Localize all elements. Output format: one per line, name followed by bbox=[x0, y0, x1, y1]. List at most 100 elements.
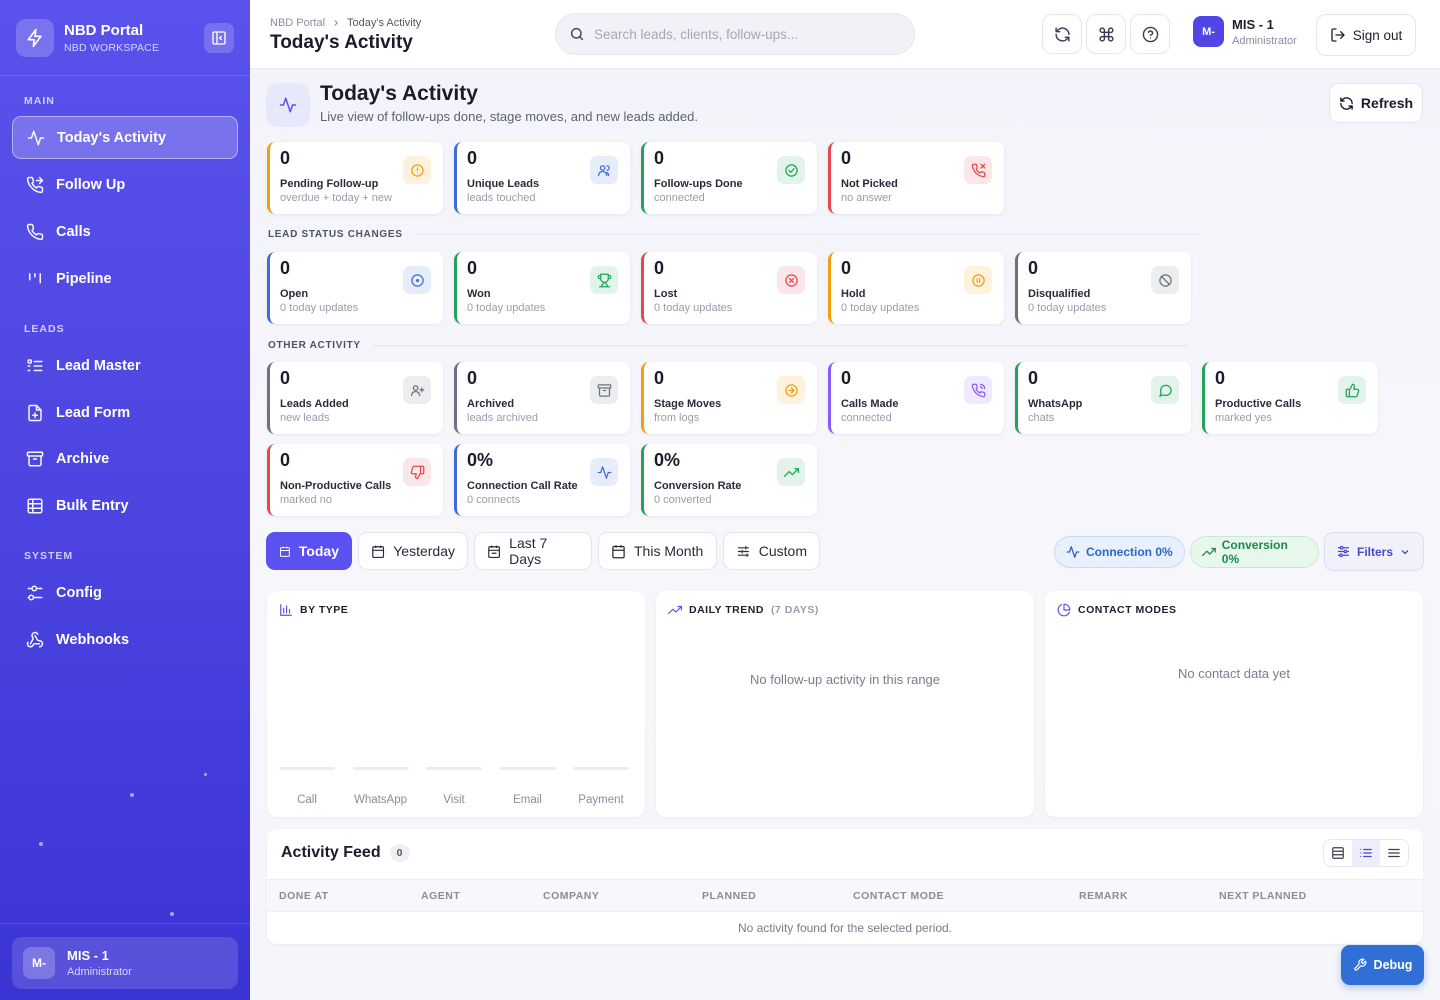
sync-button[interactable] bbox=[1042, 14, 1082, 54]
search-input[interactable] bbox=[594, 26, 894, 42]
refresh-label: Refresh bbox=[1360, 95, 1414, 111]
sidebar-item-lead-form[interactable]: Lead Form bbox=[12, 391, 238, 434]
decorative-dot bbox=[170, 912, 174, 916]
breadcrumb-item[interactable]: NBD Portal bbox=[270, 17, 325, 29]
stat-card[interactable]: 0 Not Picked no answer bbox=[828, 142, 1004, 214]
range-today-button[interactable]: Today bbox=[266, 532, 352, 570]
sidebar-item-archive[interactable]: Archive bbox=[12, 437, 238, 480]
sidebar-user-card[interactable]: M- MIS - 1 Administrator bbox=[12, 937, 238, 989]
group-label-text: OTHER ACTIVITY bbox=[268, 340, 361, 351]
column-header[interactable]: DONE AT bbox=[279, 890, 329, 902]
stat-sublabel: no answer bbox=[841, 192, 892, 204]
stat-card[interactable]: 0 Productive Calls marked yes bbox=[1202, 362, 1378, 434]
debug-button[interactable]: Debug bbox=[1341, 945, 1424, 985]
command-palette-button[interactable] bbox=[1086, 14, 1126, 54]
chart-x-label: Visit bbox=[443, 794, 465, 806]
sidebar-item-label: Bulk Entry bbox=[56, 497, 129, 514]
bar-chart-icon bbox=[280, 604, 292, 616]
command-icon bbox=[1098, 26, 1114, 42]
search-box[interactable] bbox=[555, 13, 915, 55]
stat-sublabel: 0 today updates bbox=[1028, 302, 1107, 314]
stat-card[interactable]: 0 Leads Added new leads bbox=[267, 362, 443, 434]
stat-value: 0 bbox=[280, 368, 291, 388]
range-custom-button[interactable]: Custom bbox=[723, 532, 820, 570]
chart-bar bbox=[499, 767, 556, 770]
column-header[interactable]: REMARK bbox=[1079, 890, 1128, 902]
sidebar-item-label: Today's Activity bbox=[57, 129, 167, 146]
stat-label: Stage Moves bbox=[654, 398, 722, 410]
stat-card[interactable]: 0 Stage Moves from logs bbox=[641, 362, 817, 434]
sidebar-item-label: Pipeline bbox=[56, 270, 112, 287]
range-last-7-days-button[interactable]: Last 7 Days bbox=[474, 532, 592, 570]
topbar-user[interactable]: M- MIS - 1 Administrator bbox=[1193, 16, 1297, 47]
stat-card[interactable]: 0% Connection Call Rate 0 connects bbox=[454, 444, 630, 516]
file-plus-icon bbox=[28, 404, 42, 421]
sidebar-item-pipeline[interactable]: Pipeline bbox=[12, 257, 238, 300]
webhook-icon bbox=[26, 631, 44, 647]
stat-card[interactable]: 0 Non-Productive Calls marked no bbox=[267, 444, 443, 516]
panel-title: CONTACT MODES bbox=[1078, 604, 1177, 616]
decorative-dot bbox=[39, 842, 43, 846]
section-label-system: SYSTEM bbox=[24, 550, 74, 562]
stat-card[interactable]: 0 Lost 0 today updates bbox=[641, 252, 817, 324]
stat-card[interactable]: 0 WhatsApp chats bbox=[1015, 362, 1191, 434]
stat-card[interactable]: 0 Won 0 today updates bbox=[454, 252, 630, 324]
sidebar-item-follow-up[interactable]: Follow Up bbox=[12, 163, 238, 206]
collapse-sidebar-button[interactable] bbox=[204, 22, 234, 53]
column-header[interactable]: CONTACT MODE bbox=[853, 890, 944, 902]
view-compact-button[interactable] bbox=[1380, 840, 1408, 866]
stat-sublabel: marked yes bbox=[1215, 412, 1272, 424]
range-this-month-button[interactable]: This Month bbox=[598, 532, 717, 570]
stat-card[interactable]: 0 Unique Leads leads touched bbox=[454, 142, 630, 214]
stat-card[interactable]: 0 Hold 0 today updates bbox=[828, 252, 1004, 324]
phone-missed-icon bbox=[964, 156, 992, 184]
topbar-user-name: MIS - 1 bbox=[1232, 16, 1274, 32]
view-list-button[interactable] bbox=[1352, 840, 1380, 866]
column-header[interactable]: PLANNED bbox=[702, 890, 756, 902]
range-yesterday-button[interactable]: Yesterday bbox=[358, 532, 468, 570]
pipeline-icon bbox=[29, 272, 41, 283]
stat-label: Leads Added bbox=[280, 398, 349, 410]
chevron-down-icon bbox=[1401, 549, 1409, 554]
panel-title: DAILY TREND bbox=[689, 604, 764, 616]
sign-out-button[interactable]: Sign out bbox=[1316, 14, 1416, 56]
column-header[interactable]: COMPANY bbox=[543, 890, 599, 902]
sidebar-item-todays-activity[interactable]: Today's Activity bbox=[12, 116, 238, 159]
phone-forward-icon bbox=[26, 176, 44, 193]
sidebar-item-config[interactable]: Config bbox=[12, 571, 238, 614]
range-label: Today bbox=[298, 543, 339, 559]
column-header[interactable]: AGENT bbox=[421, 890, 460, 902]
range-label: This Month bbox=[634, 543, 704, 559]
sidebar-item-label: Webhooks bbox=[56, 631, 130, 648]
conversion-rate-pill: Conversion 0% bbox=[1190, 536, 1319, 568]
sidebar-item-label: Follow Up bbox=[56, 176, 126, 193]
view-table-button[interactable] bbox=[1324, 840, 1352, 866]
stat-card[interactable]: 0 Open 0 today updates bbox=[267, 252, 443, 324]
page-subtitle: Live view of follow-ups done, stage move… bbox=[320, 109, 698, 124]
filters-button[interactable]: Filters bbox=[1324, 532, 1424, 571]
stat-card[interactable]: 0 Disqualified 0 today updates bbox=[1015, 252, 1191, 324]
stat-card[interactable]: 0 Follow-ups Done connected bbox=[641, 142, 817, 214]
panel-title: BY TYPE bbox=[300, 604, 349, 616]
chart-bar bbox=[573, 767, 629, 770]
stat-value: 0 bbox=[1215, 368, 1226, 388]
stat-sublabel: 0 converted bbox=[654, 494, 712, 506]
stat-value: 0 bbox=[841, 148, 852, 168]
stat-card[interactable]: 0 Archived leads archived bbox=[454, 362, 630, 434]
stat-sublabel: leads archived bbox=[467, 412, 538, 424]
stat-card[interactable]: 0 Calls Made connected bbox=[828, 362, 1004, 434]
column-header[interactable]: NEXT PLANNED bbox=[1219, 890, 1307, 902]
sidebar-item-calls[interactable]: Calls bbox=[12, 210, 238, 253]
stat-card[interactable]: 0 Pending Follow-up overdue + today + new bbox=[267, 142, 443, 214]
stat-card[interactable]: 0% Conversion Rate 0 converted bbox=[641, 444, 817, 516]
sidebar-item-webhooks[interactable]: Webhooks bbox=[12, 618, 238, 661]
sidebar-item-lead-master[interactable]: Lead Master bbox=[12, 344, 238, 387]
refresh-button[interactable]: Refresh bbox=[1329, 83, 1423, 123]
circle-dot-icon bbox=[403, 266, 431, 294]
stat-label: Won bbox=[467, 288, 491, 300]
chart-bar bbox=[279, 767, 335, 770]
help-button[interactable] bbox=[1130, 14, 1170, 54]
table-icon bbox=[27, 498, 43, 513]
sidebar-item-bulk-entry[interactable]: Bulk Entry bbox=[12, 484, 238, 527]
phone-icon bbox=[26, 223, 44, 240]
